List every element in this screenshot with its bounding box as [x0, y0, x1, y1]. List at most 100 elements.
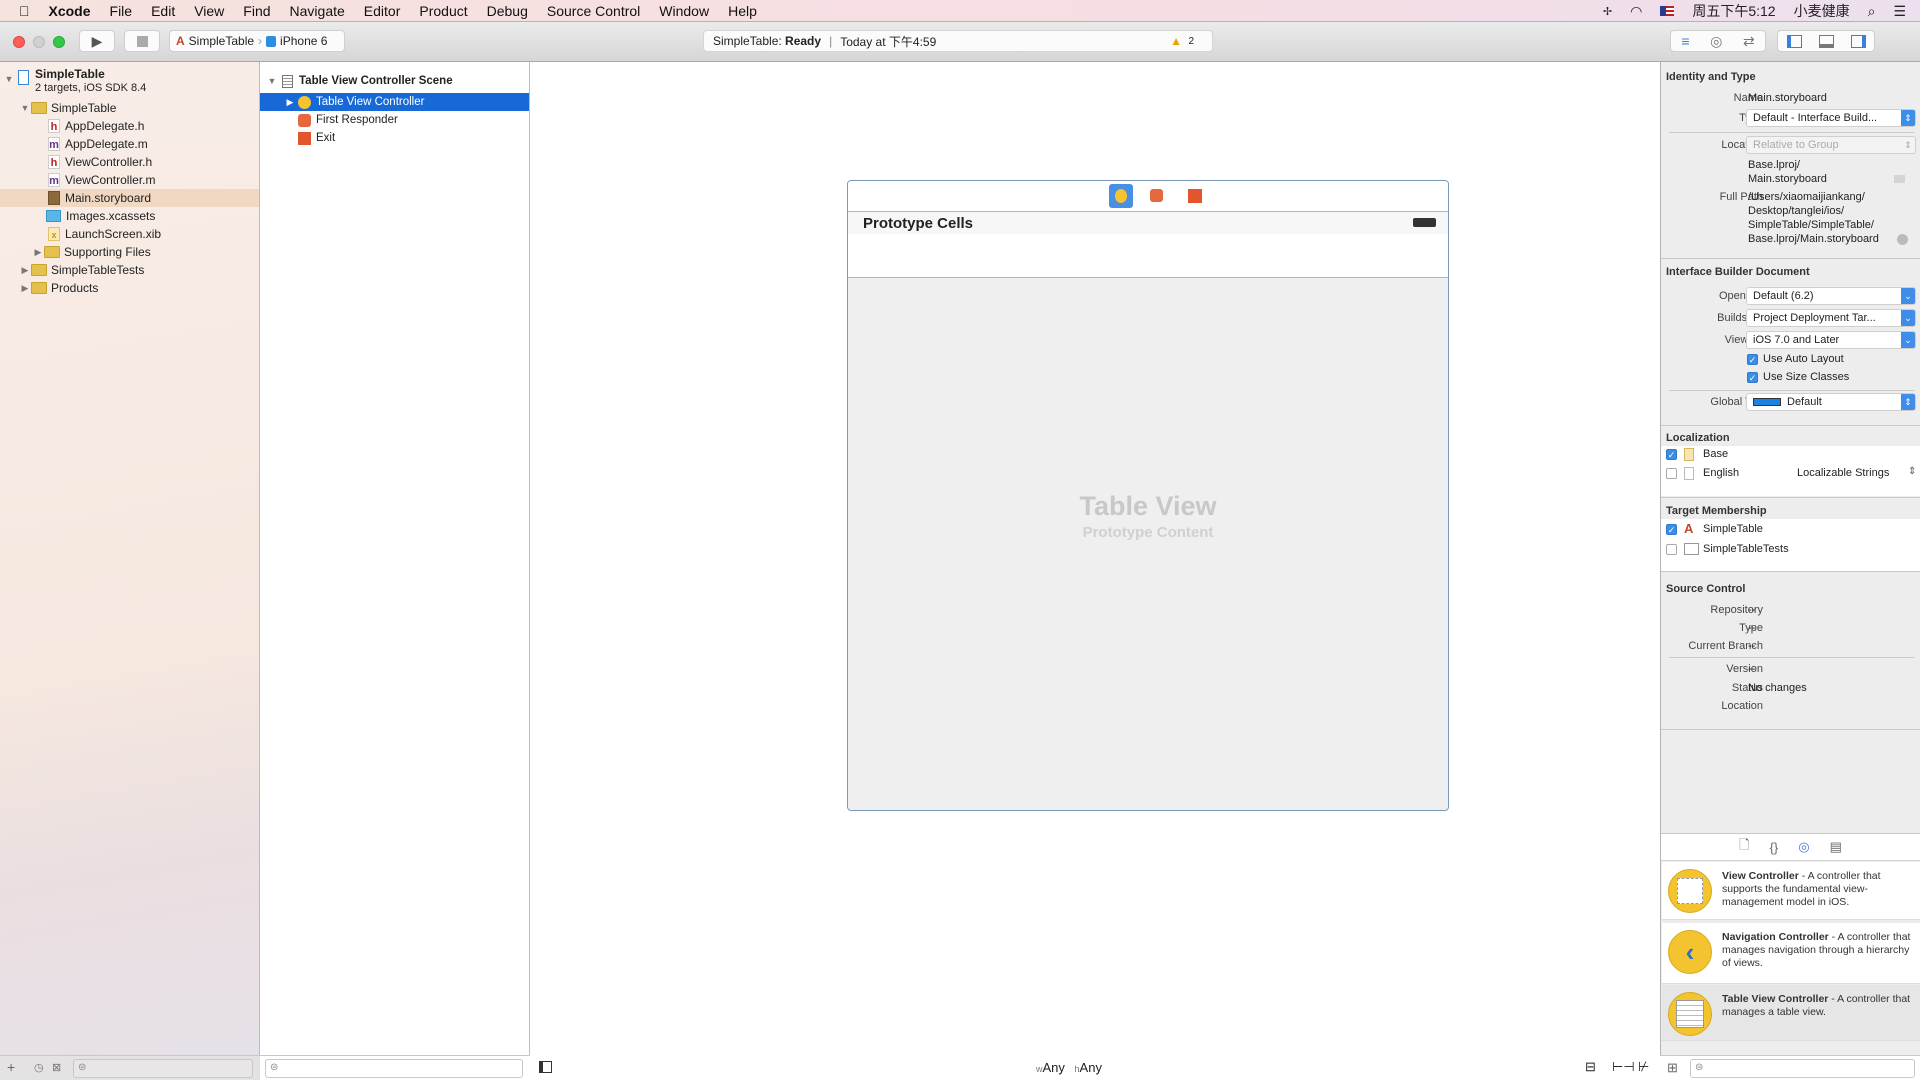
menu-navigate[interactable]: Navigate [290, 3, 345, 19]
english-localization-checkbox[interactable] [1666, 468, 1677, 479]
dock-first-responder-icon[interactable] [1150, 189, 1163, 202]
target-simpletable-checkbox[interactable]: ✓ [1666, 524, 1677, 535]
menu-product[interactable]: Product [419, 3, 467, 19]
english-type-select[interactable]: Localizable Strings [1797, 467, 1889, 479]
opens-in-select[interactable]: Default (6.2) ⌄ [1746, 287, 1916, 305]
outline-table-view-controller[interactable]: ▶ Table View Controller [260, 93, 529, 111]
standard-editor-icon[interactable]: ≡ [1681, 33, 1689, 49]
utilities-toggle-icon[interactable] [1850, 34, 1866, 48]
clock[interactable]: 周五下午5:12 [1692, 1, 1775, 21]
media-library-icon[interactable]: ▤ [1830, 839, 1842, 855]
grid-view-icon[interactable]: ⊞ [1667, 1060, 1678, 1076]
source-control-filter-icon[interactable]: ⊠ [52, 1061, 61, 1074]
library-filter-input[interactable]: ⊜ [1690, 1059, 1915, 1078]
target-tests-checkbox[interactable] [1666, 544, 1677, 555]
global-tint-select[interactable]: Default ⇕ [1746, 393, 1916, 411]
type-select[interactable]: Default - Interface Build... ⇕ [1746, 109, 1916, 127]
stepper-arrows-icon[interactable]: ⇕ [1908, 466, 1916, 477]
bluetooth-icon[interactable]: ✢ [1603, 5, 1612, 18]
app-target-icon: A [1684, 521, 1694, 536]
notification-center-icon[interactable]: ☰ [1893, 3, 1906, 20]
nav-item-appdelegate-h[interactable]: h AppDelegate.h [0, 117, 259, 135]
nav-item-launchscreen-xib[interactable]: x LaunchScreen.xib [0, 225, 259, 243]
disclosure-closed-icon[interactable]: ▶ [32, 247, 44, 258]
project-root[interactable]: ▼ SimpleTable 2 targets, iOS SDK 8.4 [0, 68, 259, 96]
library-item-navigation-controller[interactable]: ‹ Navigation Controller - A controller t… [1662, 923, 1920, 984]
wifi-icon[interactable]: ◠ [1630, 3, 1642, 20]
recent-files-icon[interactable]: ◷ [34, 1061, 44, 1074]
name-value[interactable]: Main.storyboard [1748, 92, 1827, 104]
debug-toggle-icon[interactable] [1818, 34, 1834, 48]
apple-icon[interactable]:  [19, 3, 30, 19]
disclosure-closed-icon[interactable]: ▶ [19, 283, 31, 294]
file-template-icon[interactable]: 🗋 [1739, 836, 1749, 858]
spotlight-icon[interactable]: ⌕ [1868, 3, 1876, 20]
nav-item-images-xcassets[interactable]: Images.xcassets [0, 207, 259, 225]
stop-button[interactable] [124, 30, 160, 52]
table-view-controller-scene[interactable]: Prototype Cells Table View Prototype Con… [847, 180, 1449, 811]
user-name[interactable]: 小麦健康 [1794, 1, 1850, 21]
object-library-icon[interactable]: ◎ [1798, 839, 1809, 855]
menu-help[interactable]: Help [728, 3, 757, 19]
nav-item-main-storyboard[interactable]: Main.storyboard [0, 189, 259, 207]
disclosure-open-icon[interactable]: ▼ [3, 74, 15, 84]
folder-reveal-icon[interactable] [1894, 175, 1905, 183]
nav-item-viewcontroller-m[interactable]: m ViewController.m [0, 171, 259, 189]
reveal-arrow-icon[interactable] [1897, 234, 1908, 245]
navigator-toggle-icon[interactable] [1786, 34, 1802, 48]
outline-first-responder[interactable]: First Responder [260, 111, 529, 129]
assistant-editor-icon[interactable]: ◎ [1710, 33, 1722, 50]
code-snippet-icon[interactable]: {} [1770, 840, 1779, 855]
align-icon[interactable]: ⊟ [1585, 1059, 1596, 1075]
outline-filter-input[interactable]: ⊜ [265, 1059, 523, 1078]
outline-scene[interactable]: ▼ Table View Controller Scene [260, 72, 529, 90]
minimize-button[interactable] [33, 36, 45, 48]
outline-exit[interactable]: Exit [260, 129, 529, 147]
warning-icon[interactable]: ▲ [1170, 34, 1182, 48]
library-item-view-controller[interactable]: View Controller - A controller that supp… [1662, 862, 1920, 920]
menu-window[interactable]: Window [659, 3, 709, 19]
scheme-selector[interactable]: A SimpleTable › iPhone 6 [169, 30, 345, 52]
version-editor-icon[interactable]: ⇄ [1743, 33, 1755, 50]
close-button[interactable] [13, 36, 25, 48]
menu-view[interactable]: View [194, 3, 224, 19]
disclosure-closed-icon[interactable]: ▶ [19, 265, 31, 276]
location-select[interactable]: Relative to Group ⇕ [1746, 136, 1916, 154]
nav-item-simpletabletests[interactable]: ▶ SimpleTableTests [0, 261, 259, 279]
nav-item-appdelegate-m[interactable]: m AppDelegate.m [0, 135, 259, 153]
menu-find[interactable]: Find [243, 3, 270, 19]
warning-count[interactable]: 2 [1188, 36, 1194, 47]
menu-editor[interactable]: Editor [364, 3, 401, 19]
nav-item-products[interactable]: ▶ Products [0, 279, 259, 297]
base-localization-checkbox[interactable]: ✓ [1666, 449, 1677, 460]
disclosure-closed-icon[interactable]: ▶ [284, 97, 296, 108]
size-classes-checkbox[interactable]: ✓ [1747, 372, 1758, 383]
input-flag-icon[interactable] [1660, 6, 1675, 16]
library-item-table-view-controller[interactable]: Table View Controller - A controller tha… [1662, 985, 1920, 1041]
disclosure-open-icon[interactable]: ▼ [266, 76, 278, 86]
prototype-cell[interactable] [848, 234, 1448, 278]
size-class-control[interactable]: wAny hAny [1036, 1060, 1102, 1075]
nav-item-viewcontroller-h[interactable]: h ViewController.h [0, 153, 259, 171]
menu-debug[interactable]: Debug [487, 3, 528, 19]
dock-exit-icon[interactable] [1188, 189, 1202, 203]
menu-edit[interactable]: Edit [151, 3, 175, 19]
run-button[interactable]: ▶ [79, 30, 115, 52]
zoom-button[interactable] [53, 36, 65, 48]
nav-item-simpletable-folder[interactable]: ▼ SimpleTable [0, 99, 259, 117]
view-as-select[interactable]: iOS 7.0 and Later ⌄ [1746, 331, 1916, 349]
auto-layout-checkbox[interactable]: ✓ [1747, 354, 1758, 365]
resolve-layout-icon[interactable]: ⊬ [1638, 1059, 1649, 1075]
menu-xcode[interactable]: Xcode [49, 3, 91, 19]
navigator-filter-input[interactable]: ⊜ [73, 1059, 253, 1078]
menu-source-control[interactable]: Source Control [547, 3, 640, 19]
builds-for-select[interactable]: Project Deployment Tar... ⌄ [1746, 309, 1916, 327]
status-time: Today at 下午4:59 [840, 34, 937, 49]
menu-file[interactable]: File [110, 3, 133, 19]
pin-icon[interactable]: ⊢⊣ [1612, 1059, 1635, 1075]
nav-item-supporting-files[interactable]: ▶ Supporting Files [0, 243, 259, 261]
outline-toggle-icon[interactable] [539, 1061, 552, 1073]
add-icon[interactable]: + [7, 1059, 15, 1075]
dock-view-controller-icon[interactable] [1109, 184, 1133, 208]
disclosure-open-icon[interactable]: ▼ [19, 103, 31, 113]
